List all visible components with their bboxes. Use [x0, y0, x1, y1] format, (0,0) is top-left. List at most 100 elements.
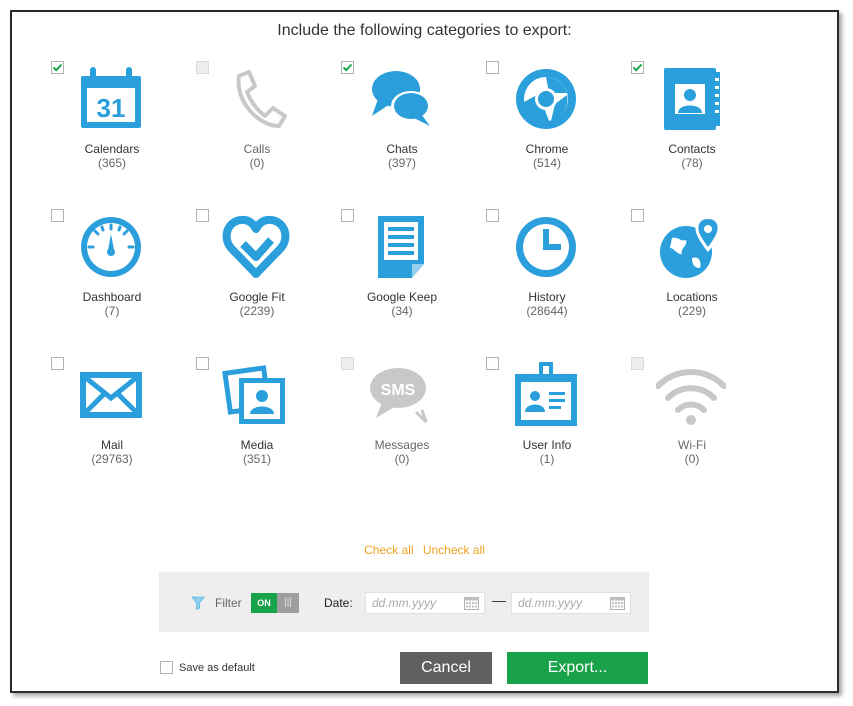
category-checkbox[interactable] — [631, 61, 644, 74]
toggle-on-label: ON — [251, 593, 277, 613]
category-name: Locations — [666, 290, 718, 304]
id-badge-icon — [511, 360, 581, 430]
category-checkbox — [631, 357, 644, 370]
filter-bar: Filter ON ||| Date: — — [159, 572, 649, 632]
heart-icon — [221, 212, 291, 282]
category-count: (34) — [391, 304, 413, 318]
toggle-grip: ||| — [277, 593, 299, 613]
date-from-input[interactable] — [372, 594, 460, 612]
category-count: (1) — [539, 452, 555, 466]
category-count: (229) — [677, 304, 706, 318]
category-checkbox[interactable] — [631, 209, 644, 222]
category-checkbox[interactable] — [486, 357, 499, 370]
category-checkbox[interactable] — [196, 357, 209, 370]
category-tile[interactable]: Locations (229) — [631, 209, 772, 350]
calendar-icon: 31 — [76, 64, 146, 134]
date-label: Date: — [324, 596, 353, 610]
category-checkbox[interactable] — [341, 61, 354, 74]
category-name: Chats — [386, 142, 418, 156]
category-count: (28644) — [526, 304, 568, 318]
category-count: (397) — [387, 156, 416, 170]
category-tile[interactable]: User Info (1) — [486, 357, 627, 498]
category-tile[interactable]: Google Keep (34) — [341, 209, 482, 350]
category-count: (0) — [684, 452, 700, 466]
category-name: Wi-Fi — [678, 438, 706, 452]
category-checkbox[interactable] — [51, 357, 64, 370]
date-from-field — [365, 592, 485, 614]
check-all-link[interactable]: Check all — [364, 543, 413, 557]
category-tile: Calls (0) — [196, 61, 337, 202]
category-name: Dashboard — [82, 290, 142, 304]
category-name: Calls — [243, 142, 271, 156]
category-name: User Info — [522, 438, 572, 452]
save-as-default-checkbox[interactable] — [160, 661, 173, 674]
category-name: Messages — [374, 438, 430, 452]
category-count: (514) — [532, 156, 561, 170]
category-name: Chrome — [525, 142, 569, 156]
category-name: History — [528, 290, 566, 304]
category-tile[interactable]: Google Fit (2239) — [196, 209, 337, 350]
category-tile[interactable]: History (28644) — [486, 209, 627, 350]
category-tile[interactable]: Media (351) — [196, 357, 337, 498]
calendar-picker-icon[interactable] — [464, 596, 479, 610]
save-as-default-label: Save as default — [179, 662, 255, 674]
gauge-icon — [76, 212, 146, 282]
category-count: (365) — [97, 156, 126, 170]
category-checkbox — [196, 61, 209, 74]
category-tile[interactable]: Dashboard (7) — [51, 209, 192, 350]
dialog-heading: Include the following categories to expo… — [277, 22, 572, 39]
sms-icon: SMS — [366, 360, 436, 430]
date-range-separator: — — [492, 592, 506, 608]
category-tile[interactable]: Chrome (514) — [486, 61, 627, 202]
category-checkbox[interactable] — [341, 209, 354, 222]
envelope-icon — [76, 360, 146, 430]
svg-text:31: 31 — [97, 93, 126, 123]
photos-icon — [221, 360, 291, 430]
wifi-icon — [656, 360, 726, 430]
category-checkbox[interactable] — [486, 61, 499, 74]
category-checkbox[interactable] — [51, 209, 64, 222]
category-count: (0) — [394, 452, 410, 466]
category-tile[interactable]: Contacts (78) — [631, 61, 772, 202]
globe-pin-icon — [656, 212, 726, 282]
chat-bubbles-icon — [366, 64, 436, 134]
category-count: (351) — [242, 452, 271, 466]
category-name: Google Fit — [229, 290, 285, 304]
category-tile[interactable]: Chats (397) — [341, 61, 482, 202]
category-checkbox[interactable] — [51, 61, 64, 74]
category-count: (7) — [104, 304, 120, 318]
chrome-icon — [511, 64, 581, 134]
category-tile: Wi-Fi (0) — [631, 357, 772, 498]
category-name: Media — [240, 438, 274, 452]
cancel-button[interactable]: Cancel — [400, 652, 492, 684]
export-button[interactable]: Export... — [507, 652, 648, 684]
funnel-icon — [191, 596, 205, 610]
category-name: Contacts — [668, 142, 716, 156]
export-dialog: Include the following categories to expo… — [10, 10, 839, 693]
category-checkbox[interactable] — [196, 209, 209, 222]
filter-toggle[interactable]: ON ||| — [251, 593, 299, 613]
category-name: Mail — [100, 438, 123, 452]
category-count: (29763) — [91, 452, 133, 466]
category-name: Google Keep — [366, 290, 438, 304]
clock-icon — [511, 212, 581, 282]
check-links: Check all Uncheck all — [12, 543, 837, 557]
note-icon — [366, 212, 436, 282]
category-checkbox — [341, 357, 354, 370]
category-tile[interactable]: Mail (29763) — [51, 357, 192, 498]
category-count: (0) — [249, 156, 265, 170]
uncheck-all-link[interactable]: Uncheck all — [423, 543, 485, 557]
category-tile[interactable]: 31 Calendars (365) — [51, 61, 192, 202]
category-count: (78) — [681, 156, 703, 170]
phone-icon — [221, 64, 291, 134]
date-to-field — [511, 592, 631, 614]
contacts-book-icon — [656, 64, 726, 134]
category-tile: SMS Messages (0) — [341, 357, 482, 498]
category-count: (2239) — [239, 304, 275, 318]
date-to-input[interactable] — [518, 594, 606, 612]
filter-label: Filter — [215, 596, 242, 610]
category-name: Calendars — [84, 142, 140, 156]
svg-text:SMS: SMS — [381, 382, 416, 399]
category-checkbox[interactable] — [486, 209, 499, 222]
calendar-picker-icon[interactable] — [610, 596, 625, 610]
